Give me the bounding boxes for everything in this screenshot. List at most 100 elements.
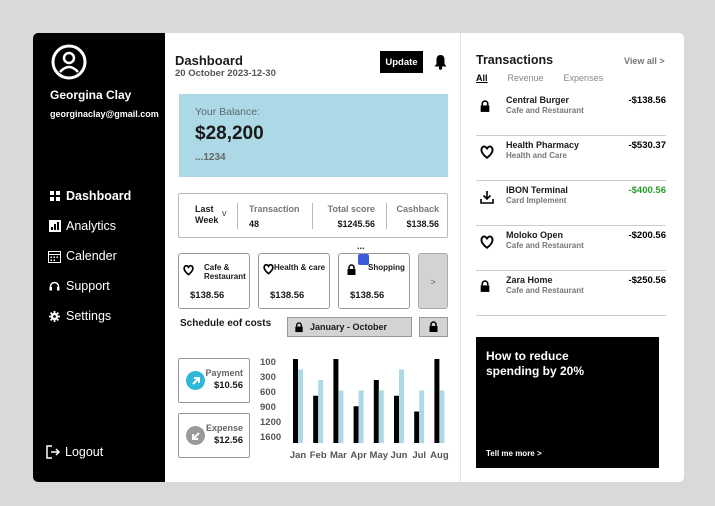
category-value: $138.56 xyxy=(190,290,225,301)
promo-card: How to reduce spending by 20% Tell me mo… xyxy=(476,337,659,468)
bar-may-series-1 xyxy=(373,380,379,443)
lock-icon xyxy=(295,321,303,332)
tab-all[interactable]: All xyxy=(476,73,488,83)
stat-label: Total score xyxy=(327,204,375,214)
stat-label: Transaction xyxy=(249,204,300,214)
category-name: Cafe & Restaurant xyxy=(204,263,246,281)
logout-label: Logout xyxy=(65,445,104,459)
calendar-icon xyxy=(48,250,61,263)
bar-jul-series-1 xyxy=(414,411,420,443)
category-card-shopping[interactable]: Shopping $138.56 xyxy=(338,253,410,309)
transaction-amount: -$138.56 xyxy=(628,95,666,106)
y-tick-label: 300 xyxy=(260,372,276,383)
transaction-row[interactable]: Central Burger Cafe and Restaurant -$138.5… xyxy=(476,91,666,136)
transaction-row[interactable]: Moloko Open Cafe and Restaurant -$200.56 xyxy=(476,226,666,271)
balance-label: Your Balance: xyxy=(195,106,260,118)
transactions-panel: Transactions View all > All Revenue Expe… xyxy=(460,33,684,482)
bar-jan-series-1 xyxy=(293,359,298,443)
bell-icon[interactable] xyxy=(433,54,448,70)
y-tick-label: 1200 xyxy=(260,417,281,428)
transaction-row[interactable]: Health Pharmacy Health and Care -$530.37 xyxy=(476,136,666,181)
bar-mar-series-1 xyxy=(333,359,339,443)
stat-cashback: Cashback $138.56 xyxy=(394,204,439,229)
bar-may-series-2 xyxy=(378,390,384,443)
lock-icon xyxy=(429,321,438,332)
transaction-category: Card Implement xyxy=(506,196,567,205)
divider xyxy=(237,203,238,229)
y-tick-label: 900 xyxy=(260,402,276,413)
date-range-select[interactable]: January - October xyxy=(287,317,412,337)
chevron-down-icon[interactable]: v xyxy=(222,208,227,218)
sidebar-item-calender[interactable]: Calender xyxy=(48,241,131,271)
sidebar-nav: Dashboard Analytics Calender Support Set… xyxy=(48,181,131,331)
categories-next-button[interactable]: > xyxy=(418,253,448,309)
stats-panel: Last Week v Transaction 48 Total score $… xyxy=(178,193,448,238)
category-card-cafe[interactable]: Cafe & Restaurant $138.56 xyxy=(178,253,250,309)
transaction-name: Central Burger xyxy=(506,95,570,105)
tab-expenses[interactable]: Expenses xyxy=(564,73,604,83)
bar-jun-series-1 xyxy=(394,395,399,443)
gear-icon xyxy=(48,310,61,323)
arrow-down-left-icon xyxy=(186,426,205,445)
heart-shield-icon xyxy=(183,264,194,276)
bar-jun-series-2 xyxy=(399,369,404,443)
x-tick-label: Aug xyxy=(430,450,449,461)
x-tick-label: Mar xyxy=(330,450,347,461)
transaction-name: Health Pharmacy xyxy=(506,140,580,150)
lock-button[interactable] xyxy=(419,317,448,337)
update-button[interactable]: Update xyxy=(380,51,423,73)
period-selector[interactable]: Last Week xyxy=(195,204,218,226)
sidebar-item-label: Calender xyxy=(66,249,117,263)
expense-label: Expense xyxy=(205,423,243,433)
stat-value: 48 xyxy=(249,219,260,229)
transaction-category: Health and Care xyxy=(506,151,567,160)
bar-jul-series-2 xyxy=(419,390,425,443)
stat-value: $138.56 xyxy=(406,219,439,229)
stat-label: Cashback xyxy=(396,204,439,214)
x-tick-label: Jan xyxy=(290,450,307,461)
transaction-category: Cafe and Restaurant xyxy=(506,286,584,295)
logout-icon xyxy=(46,445,61,459)
promo-title: How to reduce spending by 20% xyxy=(486,349,585,378)
more-dots: ... xyxy=(357,241,365,251)
transaction-amount: -$530.37 xyxy=(628,140,666,151)
grid-icon xyxy=(48,190,61,203)
download-icon xyxy=(480,190,494,204)
bar-chart-icon xyxy=(48,220,61,233)
bar-feb-series-1 xyxy=(313,395,319,443)
category-card-health[interactable]: Health & care $138.56 xyxy=(258,253,330,309)
sidebar-item-dashboard[interactable]: Dashboard xyxy=(48,181,131,211)
payment-card: Payment $10.56 xyxy=(178,358,250,403)
schedule-title: Schedule eof costs xyxy=(180,318,272,329)
x-tick-label: May xyxy=(370,450,389,461)
payment-label: Payment xyxy=(205,368,243,378)
sidebar-item-settings[interactable]: Settings xyxy=(48,301,131,331)
x-tick-label: Feb xyxy=(310,450,327,461)
promo-link[interactable]: Tell me more > xyxy=(486,449,542,458)
avatar-icon[interactable] xyxy=(51,44,87,80)
bar-aug-series-1 xyxy=(434,359,440,443)
expense-card: Expense $12.56 xyxy=(178,413,250,458)
lock-icon xyxy=(480,100,494,114)
stat-transaction: Transaction 48 xyxy=(249,204,300,229)
category-value: $138.56 xyxy=(350,290,385,301)
cost-bar-chart: 100 300 600 900 1200 1600 Jan Feb Mar Apr May Jun Ju… xyxy=(260,357,449,461)
bar-feb-series-2 xyxy=(318,380,324,443)
page-date: 20 October 2023-12-30 xyxy=(175,68,276,79)
balance-card: Your Balance: $28,200 ...1234 xyxy=(179,94,448,177)
stat-total-score: Total score $1245.56 xyxy=(325,204,375,229)
tab-revenue[interactable]: Revenue xyxy=(508,73,544,83)
sidebar-item-analytics[interactable]: Analytics xyxy=(48,211,131,241)
y-tick-label: 1600 xyxy=(260,432,281,443)
view-all-link[interactable]: View all > xyxy=(624,56,665,66)
heart-shield-icon xyxy=(480,235,494,250)
bar-apr-series-1 xyxy=(353,406,359,443)
logout-button[interactable]: Logout xyxy=(45,444,103,460)
transaction-amount: -$400.56 xyxy=(628,185,666,196)
transaction-amount: -$250.56 xyxy=(628,275,666,286)
sidebar-item-support[interactable]: Support xyxy=(48,271,131,301)
category-name: Shopping xyxy=(368,263,405,272)
expense-value: $12.56 xyxy=(213,435,243,446)
transaction-row[interactable]: IBON Terminal Card Implement -$400.56 xyxy=(476,181,666,226)
transaction-row[interactable]: Zara Home Cafe and Restaurant -$250.56 xyxy=(476,271,666,316)
